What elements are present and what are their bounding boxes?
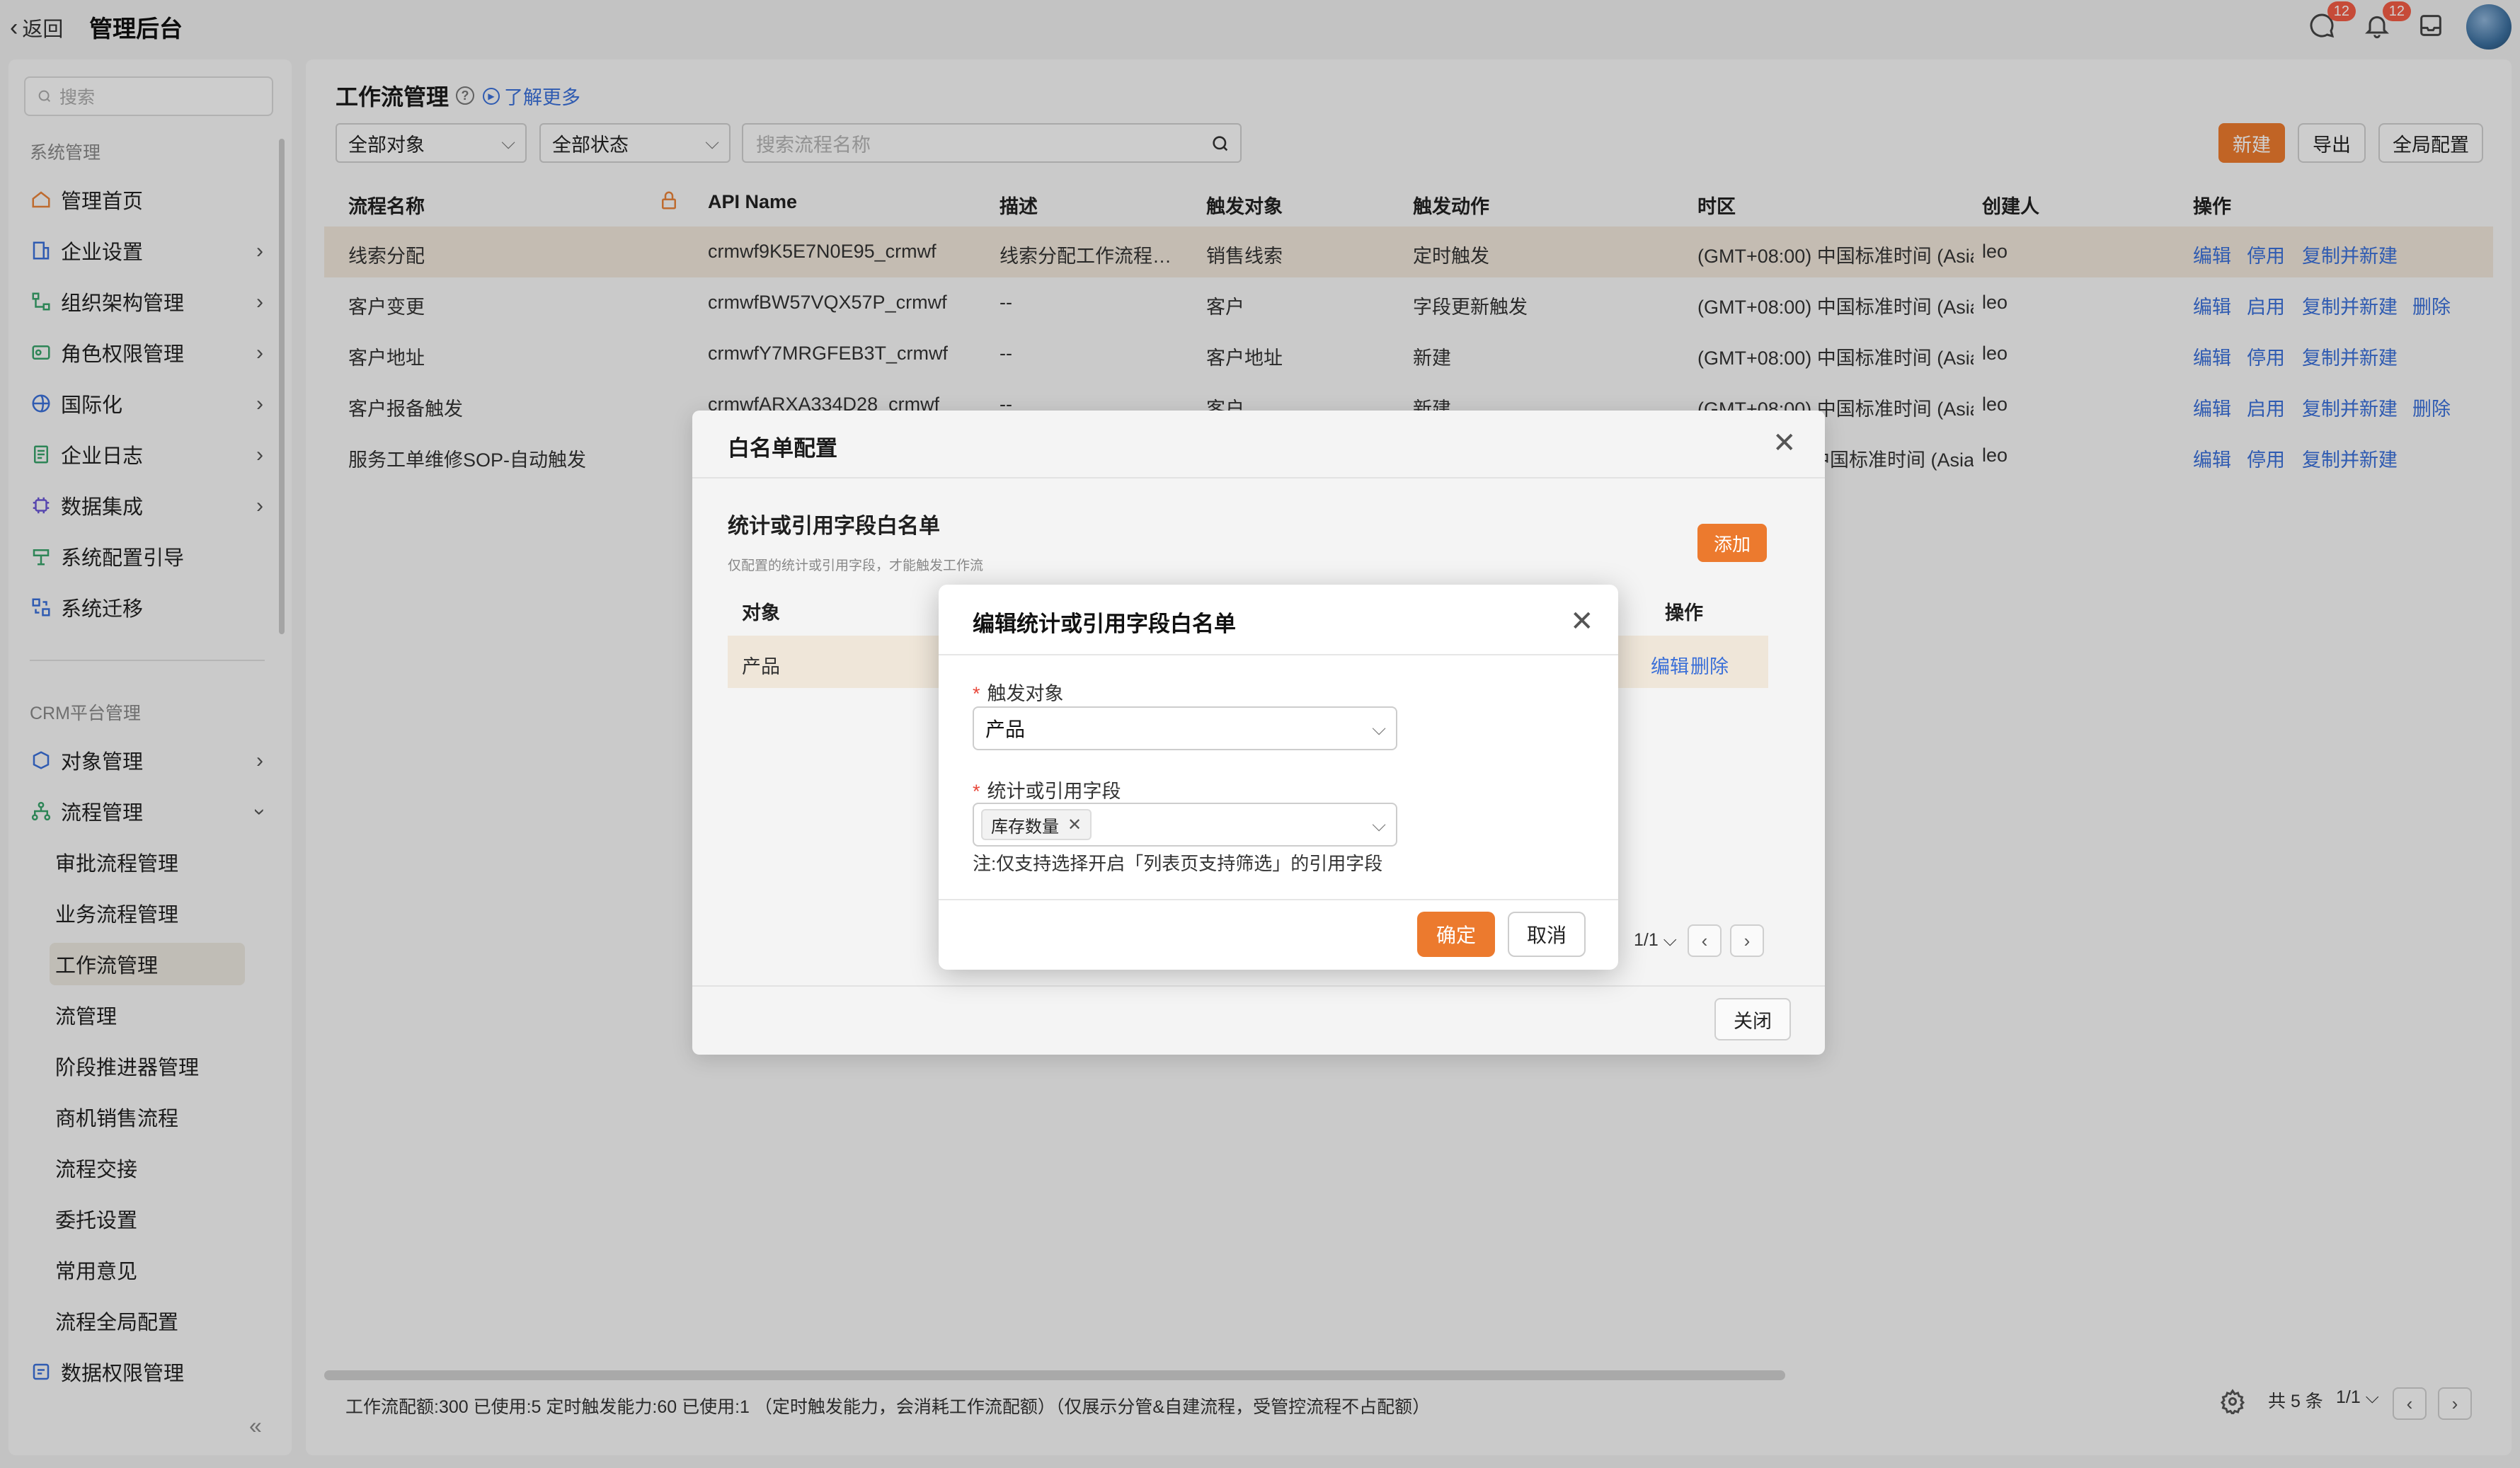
whitelist-dialog-divider: [692, 985, 1825, 987]
whitelist-subtitle: 统计或引用字段白名单: [728, 515, 940, 538]
trigger-object-label-text: 触发对象: [987, 683, 1064, 704]
field-label: * 统计或引用字段: [973, 776, 1121, 803]
chevron-down-icon: ⌵: [1372, 718, 1386, 739]
col-header-ops: 操作: [1665, 602, 1703, 624]
chevron-down-icon: ⌵: [1372, 814, 1386, 835]
remove-tag-icon[interactable]: ✕: [1067, 815, 1082, 835]
whitelist-dialog-header: 白名单配置 ✕: [692, 411, 1825, 478]
edit-dialog-header: 编辑统计或引用字段白名单 ✕: [939, 585, 1618, 655]
trigger-object-select[interactable]: 产品 ⌵: [973, 706, 1397, 750]
add-button[interactable]: 添加: [1697, 524, 1767, 562]
page-select-value: 1/1: [1634, 930, 1659, 950]
page-select[interactable]: 1/1 ⌵: [1634, 930, 1677, 951]
field-note: 注:仅支持选择开启「列表页支持筛选」的引用字段: [973, 853, 1383, 874]
selected-field-tag: 库存数量 ✕: [981, 809, 1092, 840]
whitelist-note: 仅配置的统计或引用字段，才能触发工作流: [728, 558, 984, 573]
close-button[interactable]: 关闭: [1714, 998, 1791, 1040]
field-label-text: 统计或引用字段: [987, 781, 1121, 802]
next-page-button[interactable]: ›: [1730, 924, 1764, 957]
chevron-left-icon: ‹: [1701, 929, 1708, 951]
required-mark: *: [973, 781, 980, 802]
chevron-down-icon: ⌵: [1663, 930, 1677, 950]
cancel-button[interactable]: 取消: [1508, 912, 1586, 957]
trigger-object-label: * 触发对象: [973, 678, 1064, 706]
whitelist-dialog-title: 白名单配置: [728, 436, 837, 461]
row-object: 产品: [742, 656, 780, 677]
edit-whitelist-dialog: 编辑统计或引用字段白名单 ✕ * 触发对象 产品 ⌵ * 统计或引用字段 库存数量 …: [939, 585, 1618, 970]
trigger-object-value: 产品: [985, 718, 1026, 740]
close-icon[interactable]: ✕: [1570, 607, 1594, 636]
edit-link[interactable]: 编辑: [1651, 651, 1689, 679]
confirm-button[interactable]: 确定: [1417, 912, 1495, 957]
required-mark: *: [973, 683, 980, 704]
edit-dialog-divider: [939, 899, 1618, 900]
close-icon[interactable]: ✕: [1772, 429, 1797, 457]
field-multiselect[interactable]: 库存数量 ✕ ⌵: [973, 803, 1397, 847]
edit-dialog-title: 编辑统计或引用字段白名单: [973, 612, 1236, 636]
chevron-right-icon: ›: [1743, 929, 1751, 951]
col-header-object: 对象: [742, 602, 780, 624]
delete-link[interactable]: 删除: [1690, 651, 1729, 679]
selected-field-tag-label: 库存数量: [991, 817, 1059, 837]
prev-page-button[interactable]: ‹: [1688, 924, 1722, 957]
